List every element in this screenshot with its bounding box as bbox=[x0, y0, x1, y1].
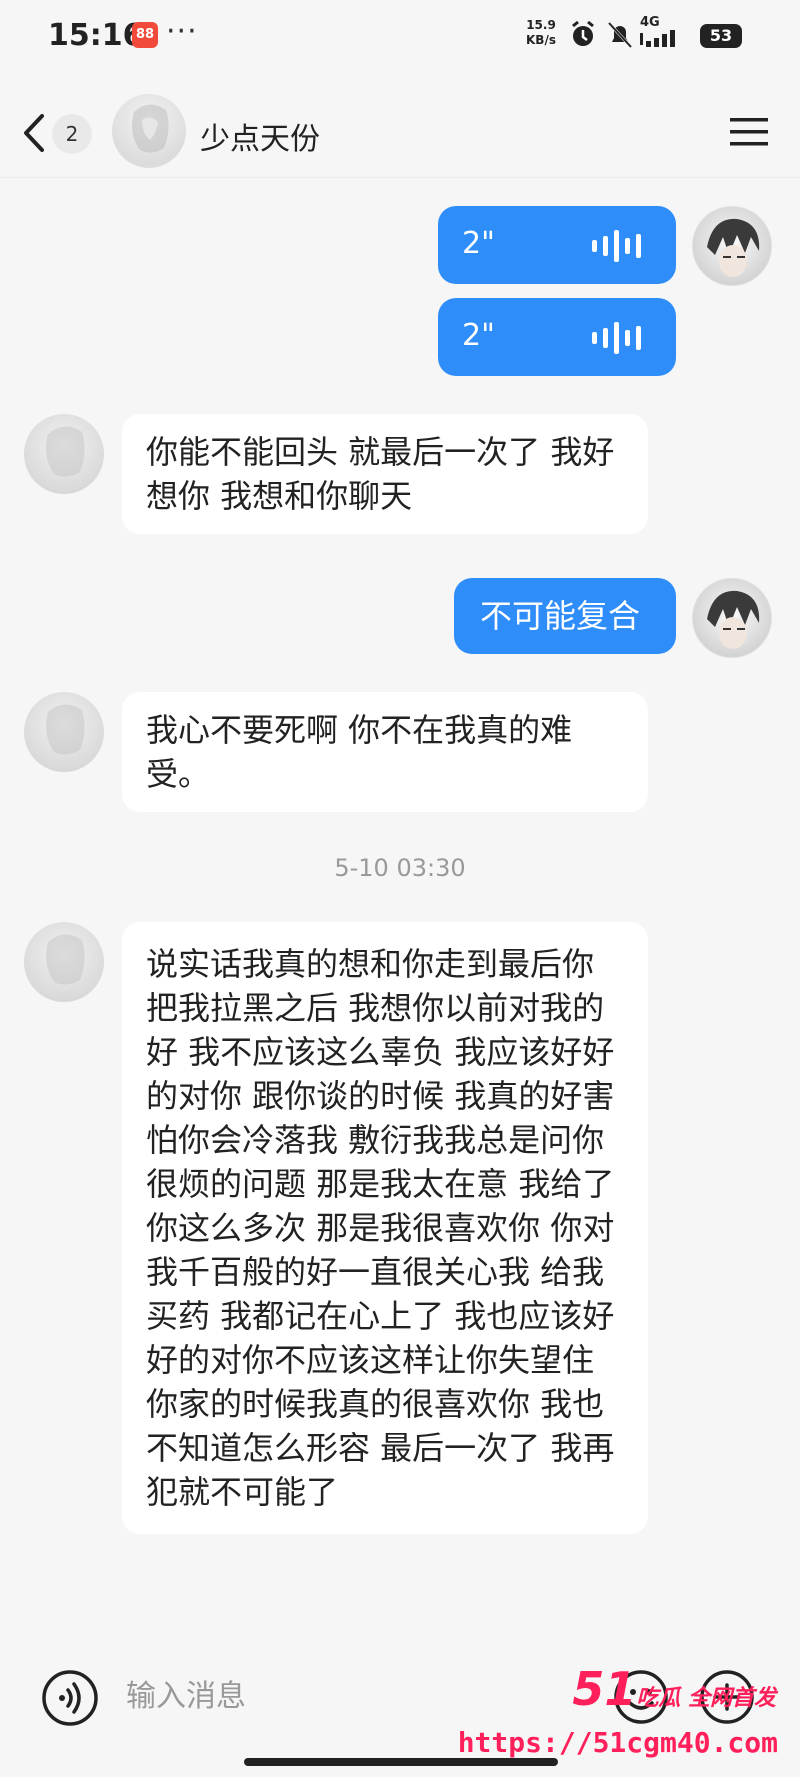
alarm-icon bbox=[572, 20, 594, 46]
contact-avatar[interactable] bbox=[112, 94, 186, 168]
voice-message[interactable]: 2" bbox=[438, 206, 676, 284]
voice-duration: 2" bbox=[462, 318, 495, 353]
signal-icon: 4G bbox=[640, 16, 682, 53]
menu-icon[interactable] bbox=[730, 116, 768, 148]
voice-message[interactable]: 2" bbox=[438, 298, 676, 376]
app-notification-icon: 88 bbox=[132, 22, 158, 48]
more-notifications-icon: ··· bbox=[166, 14, 198, 49]
message-bubble-sent[interactable]: 不可能复合 bbox=[454, 578, 676, 654]
message-bubble-received[interactable]: 我心不要死啊 你不在我真的难受。 bbox=[122, 692, 648, 812]
chat-header: 2 少点天份 bbox=[0, 86, 800, 178]
battery-indicator: 53 bbox=[700, 24, 742, 48]
contact-name[interactable]: 少点天份 bbox=[200, 114, 320, 158]
voice-duration: 2" bbox=[462, 226, 495, 261]
contact-message-avatar[interactable] bbox=[24, 414, 104, 494]
contact-message-avatar[interactable] bbox=[24, 922, 104, 1002]
message-bubble-received[interactable]: 你能不能回头 就最后一次了 我好想你 我想和你聊天 bbox=[122, 414, 648, 534]
message-timestamp: 5-10 03:30 bbox=[334, 854, 466, 882]
home-indicator[interactable] bbox=[244, 1758, 558, 1766]
voice-wave-icon bbox=[592, 230, 641, 262]
back-arrow-icon[interactable] bbox=[14, 108, 54, 158]
contact-message-avatar[interactable] bbox=[24, 692, 104, 772]
unread-count-badge[interactable]: 2 bbox=[52, 114, 92, 154]
status-bar: 15:16 88 ··· 15.9 KB/s 4G 53 bbox=[0, 0, 800, 72]
my-avatar[interactable] bbox=[692, 578, 772, 658]
watermark-brand: 51吃瓜 全网首发 bbox=[572, 1662, 776, 1716]
network-speed: 15.9 KB/s bbox=[526, 18, 556, 47]
voice-wave-icon bbox=[592, 322, 641, 354]
my-avatar[interactable] bbox=[692, 206, 772, 286]
watermark-url: https://51cgm40.com bbox=[457, 1726, 778, 1759]
message-bubble-received[interactable]: 说实话我真的想和你走到最后你把我拉黑之后 我想你以前对我的好 我不应该这么辜负 … bbox=[122, 922, 648, 1534]
status-time: 15:16 bbox=[48, 18, 144, 53]
watermark: 51吃瓜 全网首发 https://51cgm40.com bbox=[458, 1662, 792, 1768]
mute-icon bbox=[607, 21, 633, 49]
voice-input-icon[interactable] bbox=[40, 1668, 100, 1728]
